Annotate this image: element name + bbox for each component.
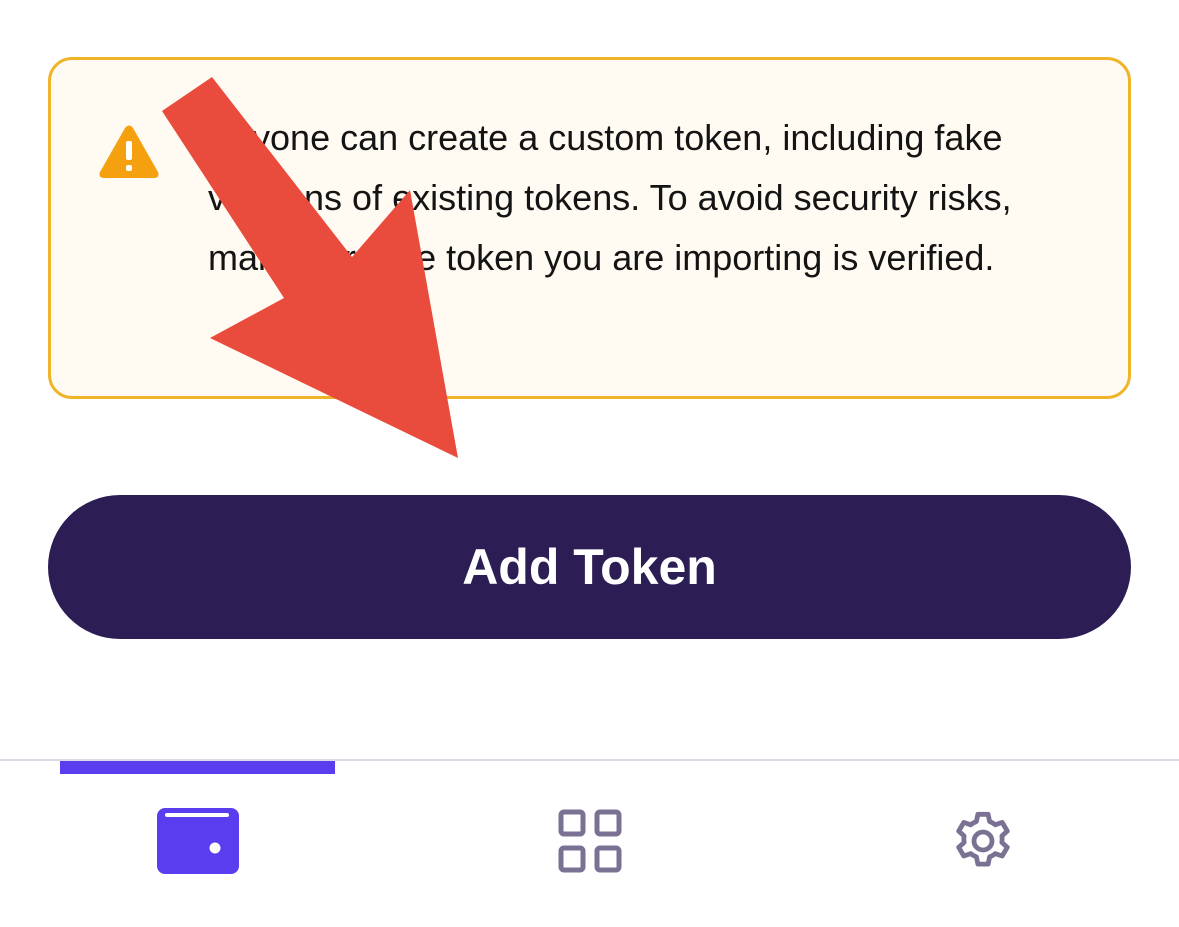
gear-icon <box>955 811 1010 867</box>
active-tab-indicator <box>60 761 335 774</box>
wallet-icon <box>156 808 239 874</box>
page: Anyone can create a custom token, includ… <box>0 0 1179 927</box>
tab-settings[interactable] <box>845 776 1120 906</box>
apps-grid-icon <box>558 809 621 873</box>
tab-wallet[interactable] <box>60 776 335 906</box>
warning-triangle-icon <box>99 125 159 178</box>
tab-apps[interactable] <box>452 776 727 906</box>
security-warning-text: Anyone can create a custom token, includ… <box>208 117 1012 278</box>
add-token-button[interactable]: Add Token <box>48 495 1131 639</box>
